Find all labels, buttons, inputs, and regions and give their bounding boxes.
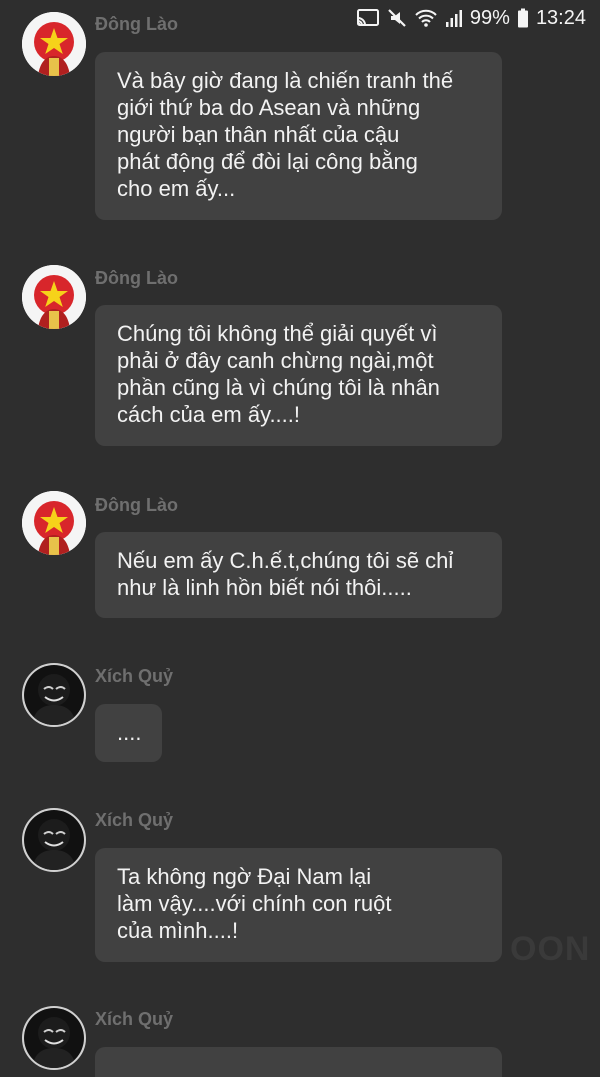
dark-character-avatar[interactable]: [22, 808, 86, 872]
sender-name: Đông Lào: [95, 14, 178, 34]
status-bar: 99% 13:24: [0, 0, 600, 36]
message-text: Ta không ngờ Đại Nam lại làm vậy....với …: [117, 864, 392, 943]
sender-name: Đông Lào: [95, 268, 178, 288]
message-bubble[interactable]: [95, 1047, 502, 1077]
dark-character-avatar[interactable]: [22, 1006, 86, 1070]
message-bubble[interactable]: Ta không ngờ Đại Nam lại làm vậy....với …: [95, 848, 502, 962]
message-bubble[interactable]: Và bây giờ đang là chiến tranh thế giới …: [95, 52, 502, 220]
dark-character-avatar[interactable]: [22, 663, 86, 727]
sender-name: Xích Quỷ: [95, 1009, 174, 1029]
message-text: ....: [117, 720, 142, 745]
vietnam-flag-avatar[interactable]: [22, 265, 86, 329]
message-bubble[interactable]: ....: [95, 704, 162, 762]
sender-name: Xích Quỷ: [95, 666, 174, 686]
signal-icon: [445, 8, 463, 28]
wifi-icon: [414, 8, 438, 28]
clock: 13:24: [535, 6, 586, 29]
sender-name: Xích Quỷ: [95, 810, 174, 830]
vietnam-flag-avatar[interactable]: [22, 491, 86, 555]
vietnam-flag-avatar[interactable]: [22, 12, 86, 76]
message-text: Và bây giờ đang là chiến tranh thế giới …: [117, 68, 454, 201]
message-text: Chúng tôi không thể giải quyết vì phải ở…: [117, 321, 440, 427]
battery-icon: [517, 8, 529, 28]
watermark: OON: [510, 930, 591, 968]
message-text: Nếu em ấy C.h.ế.t,chúng tôi sẽ chỉ như l…: [117, 548, 454, 600]
cast-icon: [356, 8, 380, 28]
message-bubble[interactable]: Chúng tôi không thể giải quyết vì phải ở…: [95, 305, 502, 446]
message-bubble[interactable]: Nếu em ấy C.h.ế.t,chúng tôi sẽ chỉ như l…: [95, 532, 502, 618]
mute-icon: [387, 8, 407, 28]
battery-percent: 99%: [469, 6, 510, 29]
sender-name: Đông Lào: [95, 495, 178, 515]
